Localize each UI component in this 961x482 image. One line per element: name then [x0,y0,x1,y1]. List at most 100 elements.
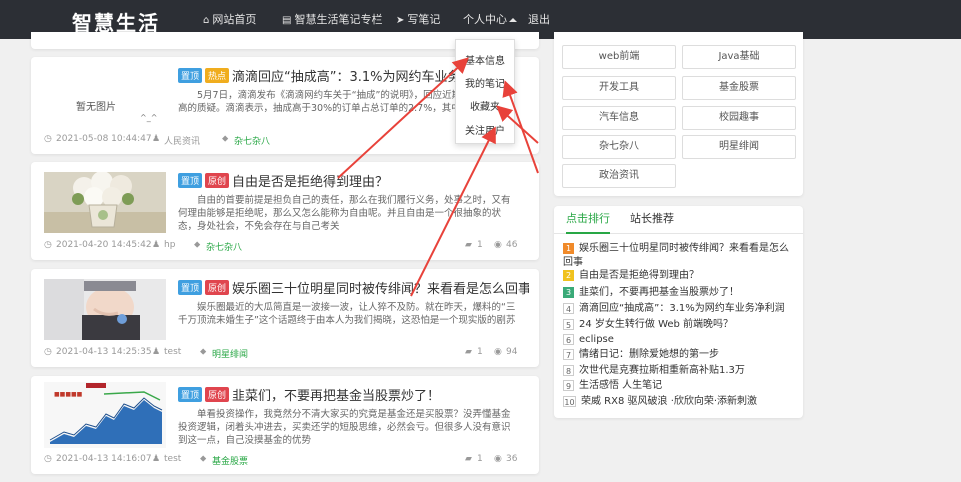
comment-icon: ▰ [465,240,472,250]
nav-notes-column-label: 智慧生活笔记专栏 [294,13,383,26]
tag-icon: ⬥ [200,454,207,464]
badge-original: 原创 [205,387,230,402]
ranking-item-title: 24 岁女生转行做 Web 前端晚吗？ [579,319,734,330]
ranking-item[interactable]: 9 生活感悟 人生笔记 [563,379,795,393]
rank-number: 9 [563,379,574,391]
article-title[interactable]: 自由是否是拒绝得到理由？ [232,175,388,190]
article-card[interactable]: ■■■■■ 置顶 原创 韭菜们，不要再把基金当股票炒了！ 单看投资操作，我竟然分不清… [31,376,539,474]
article-date: 2021-04-13 14:25:35 [56,347,152,357]
ranking-item-title: 生活感悟 人生笔记 [579,380,663,391]
nav-home-label: 网站首页 [212,13,257,26]
view-count: 46 [506,240,518,250]
ranking-item[interactable]: 1 娱乐圈三十位明星同时被传绯闻？来看看是怎么回事 [563,242,795,270]
article-excerpt: 自由的首要前提是担负自己的责任，那么在我们履行义务，处事之时，又有何理由能够是拒… [178,195,511,232]
eye-icon: ◉ [494,240,502,250]
ranking-item[interactable]: 6 eclipse [563,333,795,347]
dropdown-item-favorites[interactable]: 收藏夹 [456,98,514,113]
tag-icon: ⬥ [200,347,207,357]
category-dev-tools[interactable]: 开发工具 [562,76,676,100]
flower-pot-image [44,172,166,233]
article-excerpt: 单看投资操作，我竟然分不清大家买的究竟是基金还是买股票？没弄懂基金投资逻辑，闭着… [178,409,511,446]
article-card[interactable]: 置顶 原创 娱乐圈三十位明星同时被传绯闻？来看看是怎么回事 娱乐圈最近的大瓜简直是一… [31,269,539,367]
svg-text:■■■■■: ■■■■■ [54,391,83,398]
comment-count: 1 [477,454,483,464]
category-misc[interactable]: 杂七杂八 [562,135,676,159]
article-tag[interactable]: 明星绯闻 [212,347,248,360]
clock-icon: ◷ [44,134,52,144]
article-title-row: 置顶 原创 韭菜们，不要再把基金当股票炒了！ [178,385,529,404]
article-author[interactable]: test [164,347,181,357]
comment-count: 1 [477,347,483,357]
ranking-item[interactable]: 2 自由是否是拒绝得到理由？ [563,269,795,283]
category-funds-stocks[interactable]: 基金股票 [682,76,796,100]
category-widget: web前端 Java基础 开发工具 基金股票 汽车信息 校园趣事 杂七杂八 明星… [554,32,803,196]
ranking-item-title: 韭菜们，不要再把基金当股票炒了！ [579,287,739,298]
ranking-item-title: 自由是否是拒绝得到理由？ [579,270,699,281]
ranking-item[interactable]: 8 次世代是克赛拉斯相重新高补贴1.3万 [563,364,795,378]
category-web-frontend[interactable]: web前端 [562,45,676,69]
comment-count: 1 [477,240,483,250]
category-celebrity[interactable]: 明星绯闻 [682,135,796,159]
article-meta: ◷ 2021-04-13 14:16:07 ♟ test ⬥ 基金股票 ▰ 1 … [44,454,529,467]
ranking-item-title: eclipse [579,334,614,345]
category-campus[interactable]: 校园趣事 [682,106,796,130]
article-thumbnail[interactable] [44,172,166,233]
badge-top: 置顶 [178,173,203,188]
article-card[interactable]: 置顶 原创 自由是否是拒绝得到理由？ 自由的首要前提是担负自己的责任，那么在我们履行… [31,162,539,260]
ranking-item[interactable]: 5 24 岁女生转行做 Web 前端晚吗？ [563,318,795,332]
article-thumbnail[interactable]: 暂无图片 ^_^ [44,67,166,128]
badge-top: 置顶 [178,68,203,83]
article-thumbnail[interactable]: ■■■■■ [44,382,166,448]
article-title[interactable]: 娱乐圈三十位明星同时被传绯闻？来看看是怎么回事 [232,282,529,297]
article-author[interactable]: hp [164,240,175,250]
ranking-item[interactable]: 4 滴滴回应“抽成高”：3.1%为网约车业务净利润 [563,302,795,316]
ranking-item[interactable]: 7 情绪日记：删除爱她想的第一步 [563,348,795,362]
article-title[interactable]: 韭菜们，不要再把基金当股票炒了！ [232,389,440,404]
ranking-widget: 点击排行 站长推荐 1 娱乐圈三十位明星同时被传绯闻？来看看是怎么回事 2 自由是否… [554,206,803,418]
file-icon: ▤ [282,15,292,26]
rank-number: 7 [563,348,574,360]
article-tag[interactable]: 基金股票 [212,454,248,467]
ranking-tabs: 点击排行 站长推荐 [554,206,803,234]
send-icon: ➤ [396,15,405,26]
article-date: 2021-04-13 14:16:07 [56,454,152,464]
ranking-item-title: 娱乐圈三十位明星同时被传绯闻？来看看是怎么回事 [563,243,789,268]
tab-click-ranking[interactable]: 点击排行 [566,206,610,234]
dropdown-item-followed-users[interactable]: 关注用户 [456,122,514,137]
ranking-item[interactable]: 3 韭菜们，不要再把基金当股票炒了！ [563,286,795,300]
category-java-basics[interactable]: Java基础 [682,45,796,69]
nav-personal-center-label: 个人中心 [463,13,507,26]
view-count: 94 [506,347,518,357]
dropdown-item-basic-info[interactable]: 基本信息 [456,52,514,67]
nav-write-note-label: 写笔记 [407,13,441,26]
user-icon: ♟ [152,454,161,464]
badge-top: 置顶 [178,387,203,402]
badge-original: 原创 [205,173,230,188]
article-title-row: 置顶 原创 自由是否是拒绝得到理由？ [178,171,529,190]
article-tag[interactable]: 杂七杂八 [234,134,270,147]
dropdown-item-my-notes[interactable]: 我的笔记 [456,75,514,90]
view-count: 36 [506,454,518,464]
clock-icon: ◷ [44,240,52,250]
ranking-item[interactable]: 10 荣威 RX8 驱风破浪 ·欣欣向荣·添新刺激 [563,395,795,409]
article-tag[interactable]: 杂七杂八 [206,240,242,253]
badge-hot: 热点 [205,68,230,83]
rank-number: 4 [563,302,574,314]
article-date: 2021-05-08 10:44:47 [56,134,152,144]
tab-recommended[interactable]: 站长推荐 [630,206,674,234]
badge-top: 置顶 [178,280,203,295]
category-cars[interactable]: 汽车信息 [562,106,676,130]
article-thumbnail[interactable] [44,279,166,340]
user-icon: ♟ [152,347,161,357]
no-image-text: 暂无图片 [76,102,116,113]
rank-number: 10 [563,395,576,407]
article-author[interactable]: 人民资讯 [164,134,200,147]
category-politics[interactable]: 政治资讯 [562,164,676,188]
personal-center-dropdown: 基本信息 我的笔记 收藏夹 关注用户 [455,39,515,144]
article-meta: ◷ 2021-04-20 14:45:42 ♟ hp ⬥ 杂七杂八 ▰ 1 ◉ … [44,240,529,253]
article-author[interactable]: test [164,454,181,464]
ranking-item-title: 滴滴回应“抽成高”：3.1%为网约车业务净利润 [579,303,785,314]
comment-icon: ▰ [465,454,472,464]
comment-icon: ▰ [465,347,472,357]
rank-number: 5 [563,318,574,330]
